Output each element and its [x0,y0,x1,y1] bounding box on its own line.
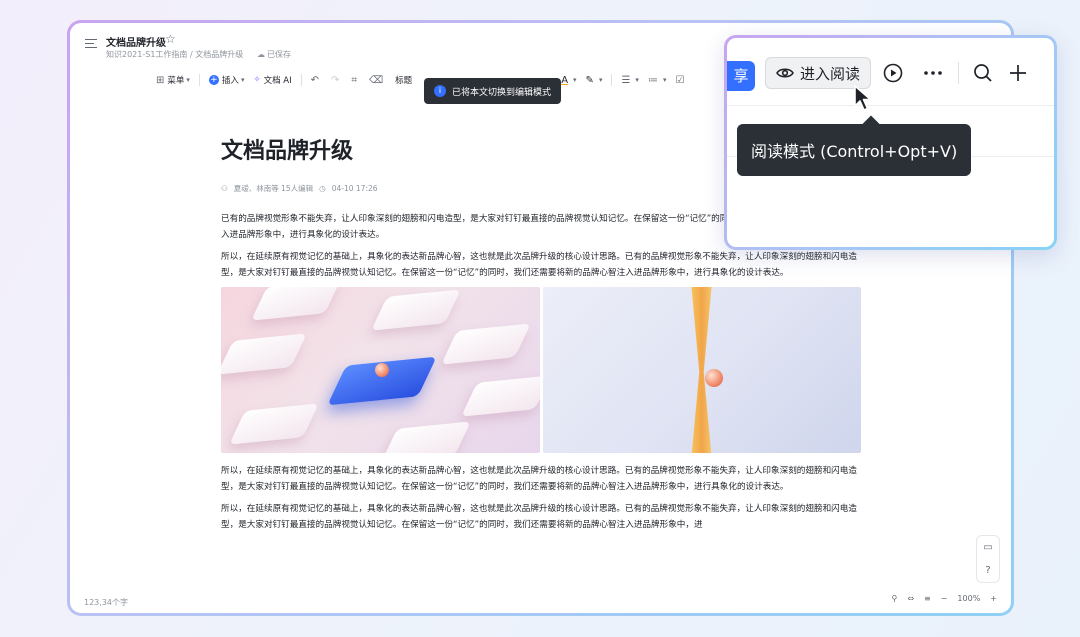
status-bar-right: ⚲ ⇔ ≡ − 100% + [881,594,997,603]
menu-button[interactable]: ⊞ 菜单 ▾ [156,74,190,87]
pin-icon[interactable]: ⚲ [891,594,897,603]
numbered-list-icon: ≔ [647,74,658,86]
mode-switch-toast: i 已将本文切换到编辑模式 [424,78,562,104]
chevron-down-icon: ▾ [573,76,577,84]
bullet-list-icon: ☰ [621,74,631,86]
redo-icon: ↷ [331,74,340,86]
more-button[interactable] [922,62,944,84]
saved-status-label: 已保存 [267,50,291,59]
enter-reading-mode-label: 进入阅读 [799,64,860,83]
outline-menu-icon[interactable] [85,39,97,49]
brand-image-tiles[interactable] [221,287,540,453]
plus-icon [1010,65,1026,81]
bullet-list-button[interactable]: ☰ ▾ [621,75,638,86]
eye-icon [776,68,794,78]
zoom-callout: 享 进入阅读 阅读模式 (Control+Opt+V) [727,38,1054,247]
width-toggle-icon[interactable]: ⇔ [907,594,914,603]
chevron-down-icon: ▾ [662,76,667,84]
image-tile [251,287,341,321]
mouse-pointer-icon [854,85,872,111]
toolbar-divider [611,74,613,86]
image-tile [461,375,540,417]
doc-ai-label: 文档 AI [263,76,292,86]
toast-text: 已将本文切换到编辑模式 [452,87,552,98]
clear-format-button[interactable]: ⌫ [369,75,386,86]
redo-button[interactable]: ↷ [331,75,342,86]
paragraph[interactable]: 所以，在延续原有视觉记忆的基础上，具象化的表达新品牌心智，这也就是此次品牌升级的… [221,249,861,281]
present-button[interactable] [882,62,904,84]
comment-icon[interactable]: ▭ [983,542,992,553]
format-painter-icon: ⌗ [351,74,358,86]
paragraph[interactable]: 所以，在延续原有视觉记忆的基础上，具象化的表达新品牌心智，这也就是此次品牌升级的… [221,463,861,495]
popup-divider [958,62,959,84]
image-tile [381,421,471,453]
brand-image-ribbon[interactable] [542,287,861,453]
heading-label: 标题 [395,76,413,86]
toolbar-divider [198,74,200,86]
menu-button-label: 菜单 [167,76,185,86]
highlight-button[interactable]: ✎ ▾ [586,75,603,86]
star-icon[interactable]: ☆ [165,32,176,46]
image-tile [229,403,319,445]
eraser-icon: ⌫ [369,74,384,86]
play-icon [883,63,903,83]
toolbar-divider [300,74,302,86]
grid-icon: ⊞ [156,74,165,86]
window-doc-title: 文档品牌升级 [106,38,166,49]
ai-sparkle-icon: ✧ [253,75,261,85]
zoom-out-icon[interactable]: − [941,594,948,603]
help-icon[interactable]: ? [985,565,990,576]
chevron-down-icon: ▾ [240,76,245,84]
search-button[interactable] [972,62,994,84]
image-row [221,287,861,453]
user-icon: ⚇ [221,184,228,193]
highlighter-icon: ✎ [585,74,594,86]
image-tile [371,289,461,331]
insert-button[interactable]: + 插入 ▾ [208,74,245,86]
numbered-list-button[interactable]: ≔ ▾ [648,75,667,86]
info-icon: i [434,85,446,97]
image-tile [221,333,307,375]
breadcrumb[interactable]: 知识2021-S1工作指南 / 文档品牌升级 [106,49,243,60]
saved-status: ☁ 已保存 [257,49,291,60]
chevron-down-icon: ▾ [635,76,639,84]
paragraph[interactable]: 所以，在延续原有视觉记忆的基础上，具象化的表达新品牌心智，这也就是此次品牌升级的… [221,501,861,533]
word-count: 123,34个字 [84,598,128,607]
search-icon [974,64,992,82]
checkbox-icon: ☑ [675,74,685,86]
zoom-level[interactable]: 100% [957,594,980,603]
undo-button[interactable]: ↶ [311,75,322,86]
font-color-icon: A [561,74,569,86]
heading-button[interactable]: 标题 [395,74,412,86]
checklist-button[interactable]: ☑ [675,75,687,86]
tooltip-text: 阅读模式 (Control+Opt+V) [751,142,958,161]
plus-icon: + [208,75,219,85]
image-tile [441,323,531,365]
undo-icon: ↶ [310,74,319,86]
more-icon [924,71,942,75]
clock-icon: ◷ [319,184,326,193]
zoom-callout-frame: 享 进入阅读 阅读模式 (Control+Opt+V) [724,35,1057,250]
add-button[interactable] [1007,62,1029,84]
reading-mode-tooltip: 阅读模式 (Control+Opt+V) [737,124,972,176]
zoom-in-icon[interactable]: + [990,594,997,603]
popup-divider [727,105,1054,106]
chevron-down-icon: ▾ [598,76,603,84]
cloud-icon: ☁ [257,50,265,59]
chevron-down-icon: ▾ [186,76,190,84]
share-button[interactable]: 享 [727,61,755,91]
meta-time: 04-10 17:26 [331,184,378,193]
font-color-button[interactable]: A ▾ [561,75,576,86]
image-orb [704,369,723,387]
meta-authors[interactable]: 夏叆、林南等 15人编辑 [234,183,313,194]
doc-ai-button[interactable]: ✧ 文档 AI [253,74,291,86]
image-orb [375,363,389,377]
side-tools: ▭ ? [976,535,1000,583]
format-painter-button[interactable]: ⌗ [351,75,360,86]
outline-toggle-icon[interactable]: ≡ [924,594,931,603]
insert-button-label: 插入 [221,76,239,86]
